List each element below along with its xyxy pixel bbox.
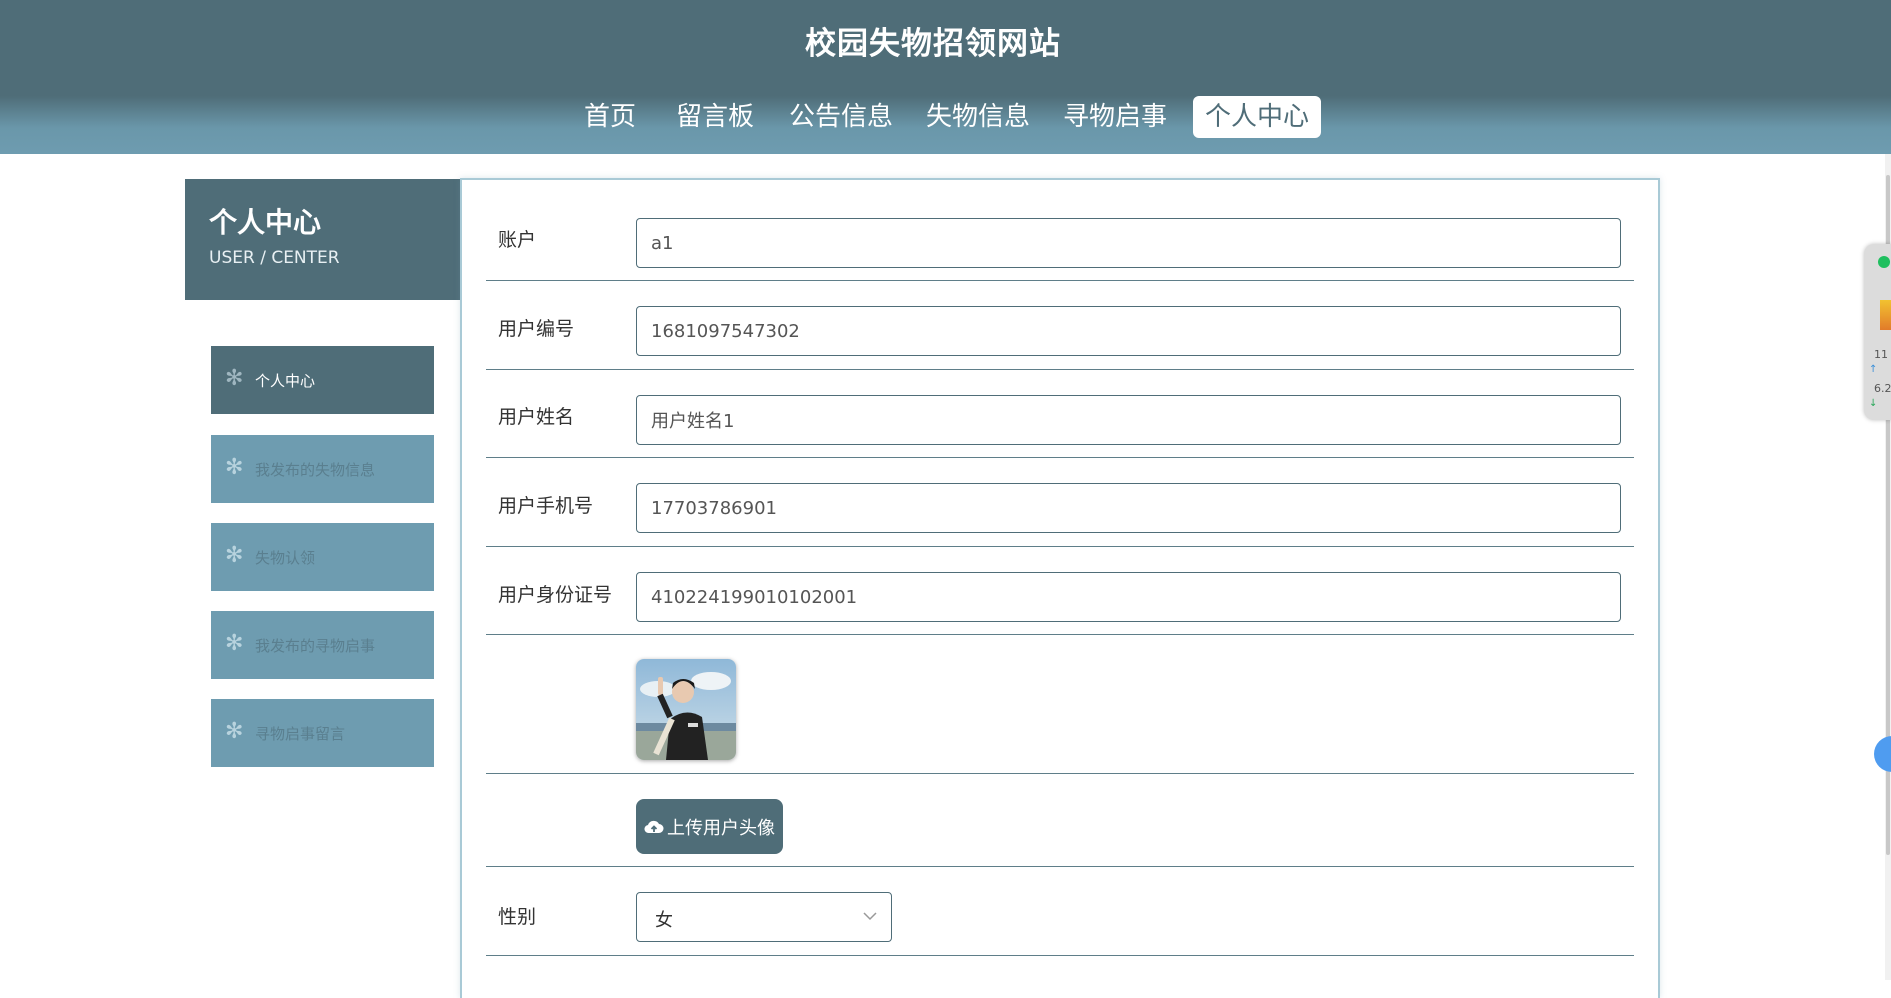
sidebar-item-my-found-notices[interactable]: ✻ 我发布的寻物启事 xyxy=(211,611,434,679)
user-name-input[interactable] xyxy=(636,395,1621,445)
site-title: 校园失物招领网站 xyxy=(805,26,1061,62)
sidebar-item-user-center[interactable]: ✻ 个人中心 xyxy=(211,346,434,414)
row-divider xyxy=(486,634,1634,635)
nav-item-home[interactable]: 首页 xyxy=(584,96,636,138)
nav-item-lost-items[interactable]: 失物信息 xyxy=(926,96,1030,138)
nav-item-user-center[interactable]: 个人中心 xyxy=(1193,96,1322,138)
id-card-input[interactable] xyxy=(636,572,1621,622)
sidebar-title: 个人中心 xyxy=(209,206,322,239)
snowflake-icon: ✻ xyxy=(225,631,244,656)
sidebar-item-label: 我发布的失物信息 xyxy=(255,461,376,479)
floating-assistant-button[interactable] xyxy=(1874,736,1891,772)
account-label: 账户 xyxy=(498,229,537,251)
chevron-down-icon xyxy=(863,912,877,921)
nav-item-announcements[interactable]: 公告信息 xyxy=(789,96,893,138)
row-divider xyxy=(486,546,1634,547)
gender-label: 性别 xyxy=(498,906,537,928)
site-header: 校园失物招领网站 首页 留言板 公告信息 失物信息 寻物启事 个人中心 xyxy=(0,0,1891,154)
nav-item-found-notices[interactable]: 寻物启事 xyxy=(1063,96,1167,138)
row-divider xyxy=(486,955,1634,956)
cloud-upload-icon xyxy=(644,820,664,833)
user-name-label: 用户姓名 xyxy=(498,406,575,428)
account-input[interactable] xyxy=(636,218,1621,268)
sidebar-item-my-lost-items[interactable]: ✻ 我发布的失物信息 xyxy=(211,435,434,503)
sidebar-item-label: 寻物启事留言 xyxy=(255,725,346,743)
phone-label: 用户手机号 xyxy=(498,495,594,517)
sidebar-item-label: 我发布的寻物启事 xyxy=(255,637,376,655)
user-id-input[interactable] xyxy=(636,306,1621,356)
id-card-label: 用户身份证号 xyxy=(498,584,613,606)
gender-value: 女 xyxy=(655,910,673,931)
sidebar-subtitle: USER / CENTER xyxy=(209,248,340,268)
row-divider xyxy=(486,369,1634,370)
phone-input[interactable] xyxy=(636,483,1621,533)
sidebar-item-label: 个人中心 xyxy=(255,372,316,390)
snowflake-icon: ✻ xyxy=(225,366,244,391)
upload-speed: 11 xyxy=(1874,348,1888,361)
arrow-down-icon: ↓ xyxy=(1869,398,1878,409)
user-avatar xyxy=(636,659,736,760)
upload-avatar-label: 上传用户头像 xyxy=(667,817,775,839)
user-id-label: 用户编号 xyxy=(498,318,575,340)
row-divider xyxy=(486,280,1634,281)
snowflake-icon: ✻ xyxy=(225,719,244,744)
sidebar-item-notice-comments[interactable]: ✻ 寻物启事留言 xyxy=(211,699,434,767)
status-dot-icon xyxy=(1878,256,1890,268)
download-speed: 6.2 xyxy=(1874,382,1891,395)
nav-item-message-board[interactable]: 留言板 xyxy=(676,96,754,138)
sidebar-item-claims[interactable]: ✻ 失物认领 xyxy=(211,523,434,591)
gender-select[interactable]: 女 xyxy=(636,892,892,942)
upload-avatar-button[interactable]: 上传用户头像 xyxy=(636,799,783,854)
row-divider xyxy=(486,773,1634,774)
main-nav: 首页 留言板 公告信息 失物信息 寻物启事 个人中心 xyxy=(0,96,1891,138)
usage-bar xyxy=(1880,300,1891,330)
sidebar-header: 个人中心 USER / CENTER xyxy=(185,179,460,300)
snowflake-icon: ✻ xyxy=(225,543,244,568)
snowflake-icon: ✻ xyxy=(225,455,244,480)
network-speed-widget[interactable]: 11 ↑ 6.2 ↓ xyxy=(1864,244,1891,420)
sidebar-item-label: 失物认领 xyxy=(255,549,316,567)
row-divider xyxy=(486,457,1634,458)
row-divider xyxy=(486,866,1634,867)
arrow-up-icon: ↑ xyxy=(1869,364,1878,375)
